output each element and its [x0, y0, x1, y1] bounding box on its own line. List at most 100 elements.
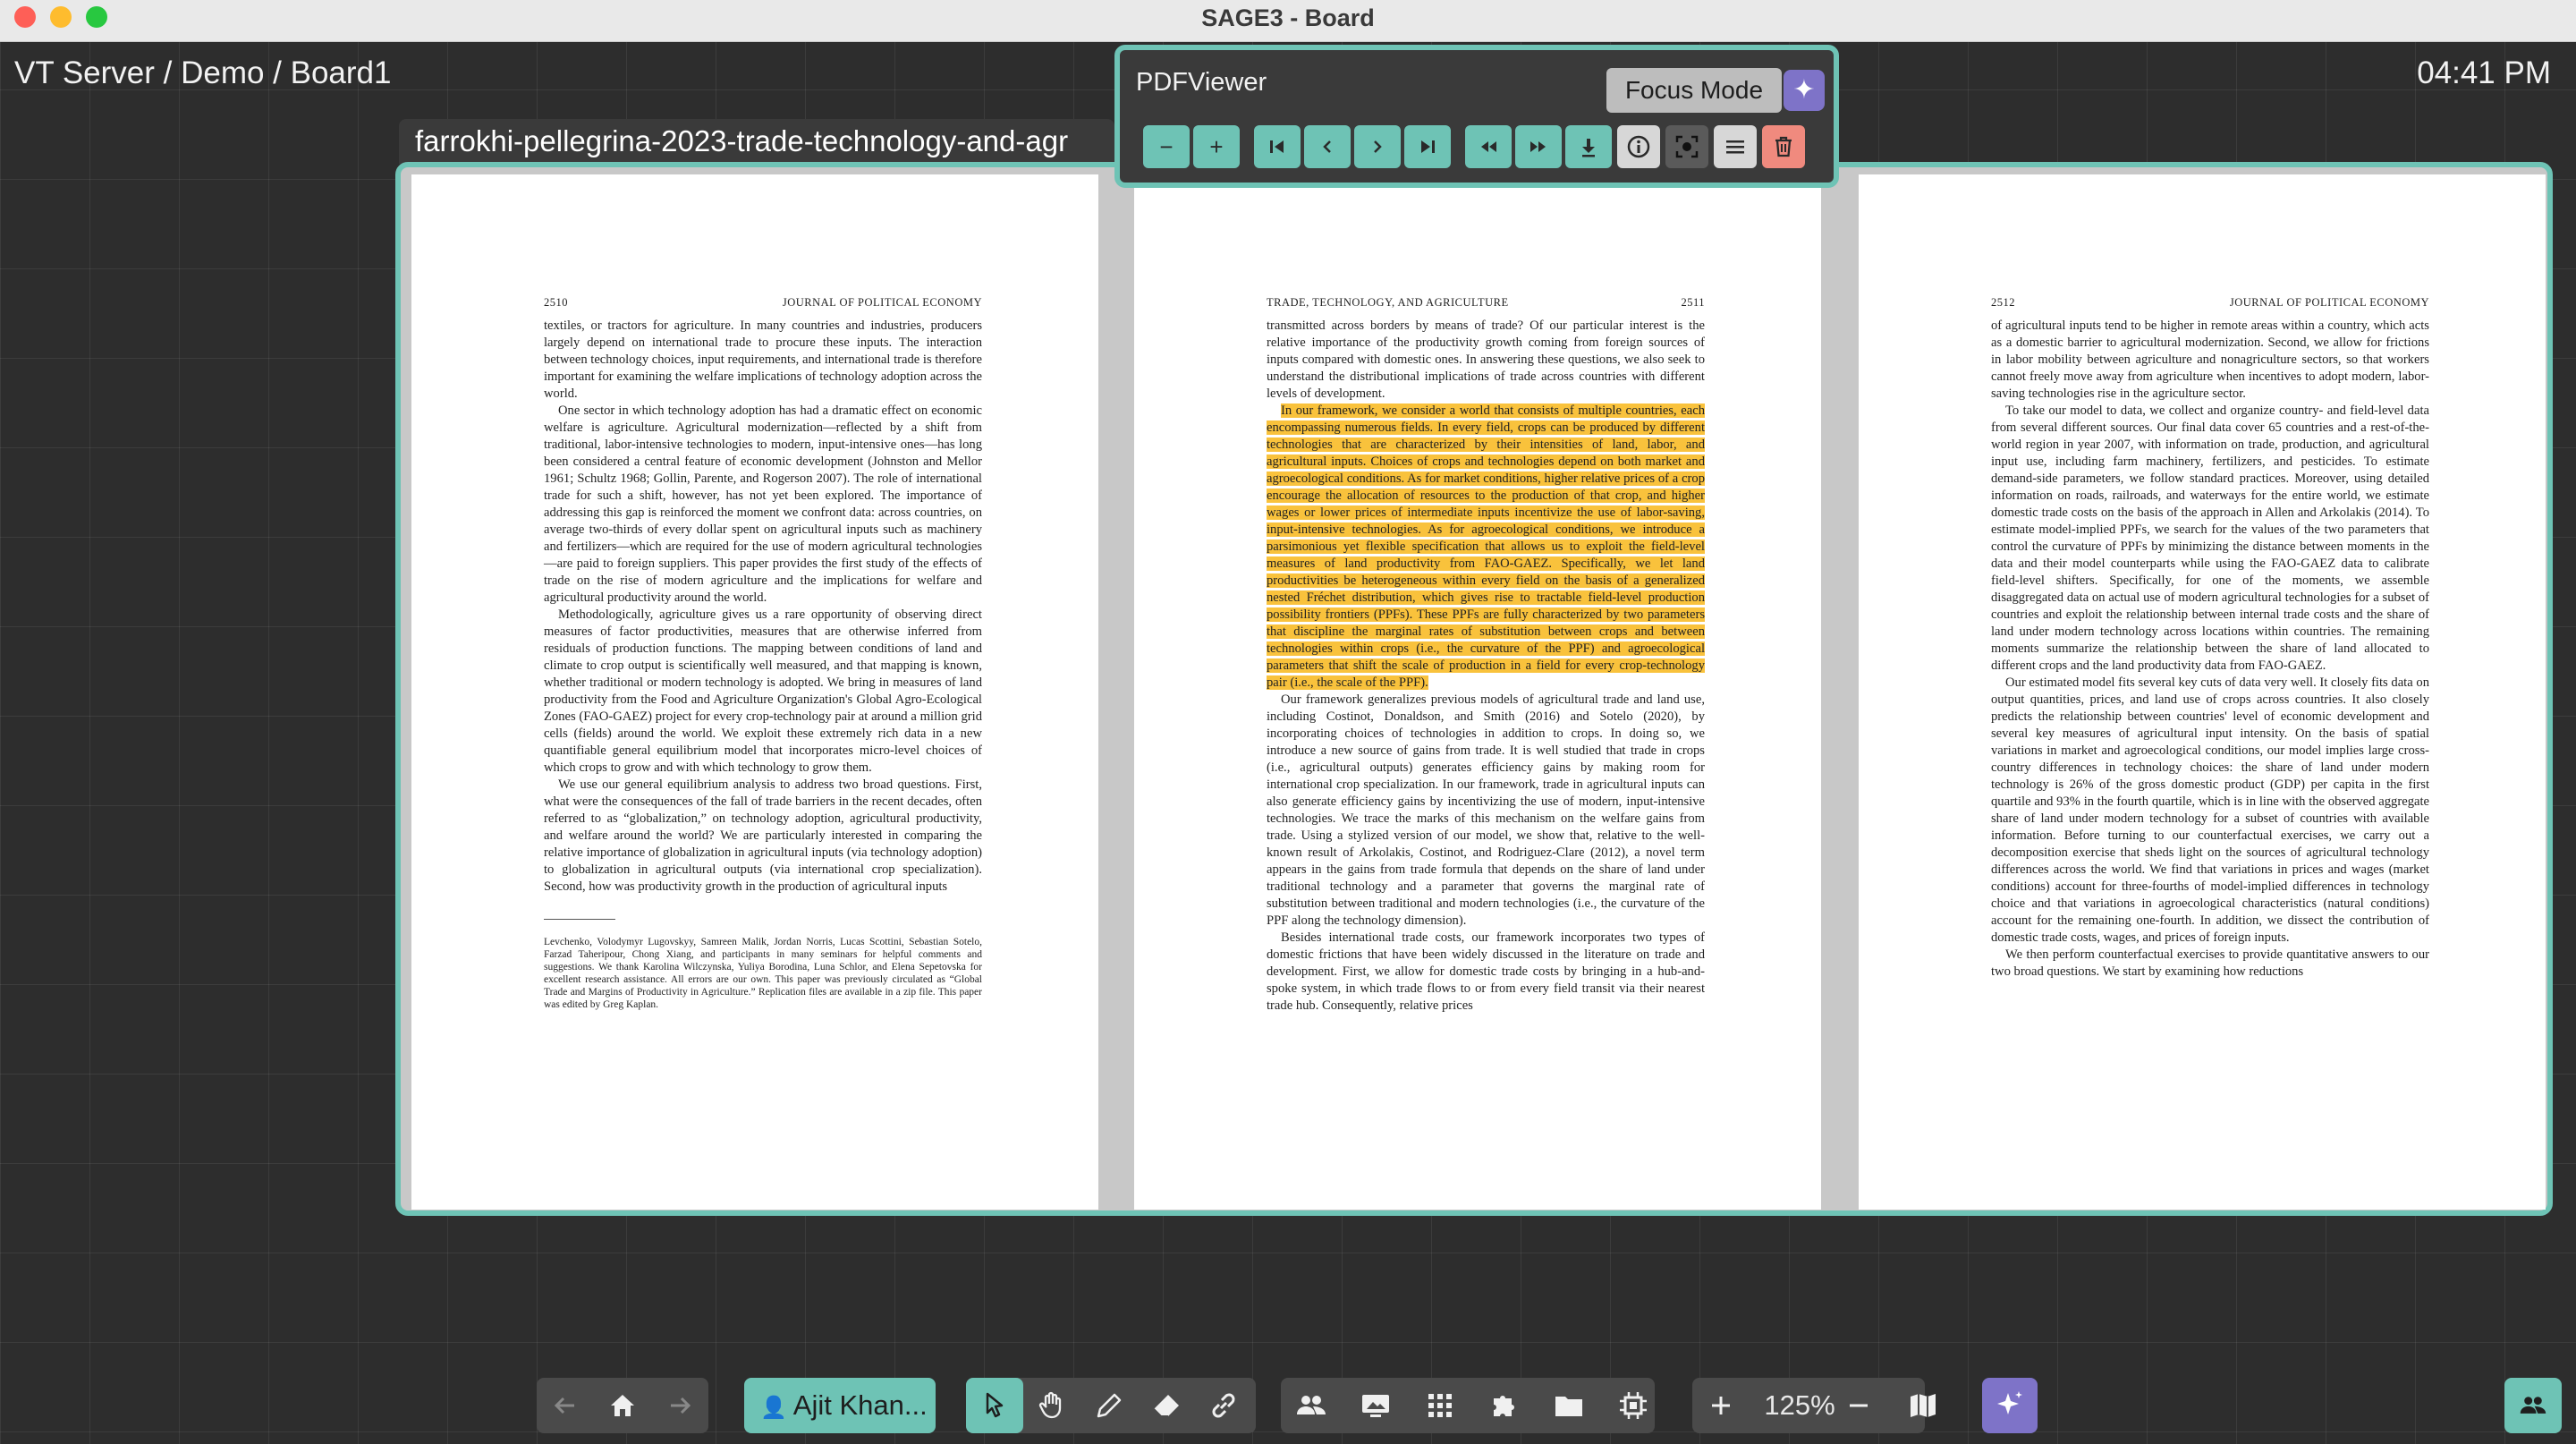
focus-mode-tooltip: Focus Mode [1606, 68, 1782, 113]
pdf-page: 2511 TRADE, TECHNOLOGY, AND AGRICULTURE … [1134, 174, 1821, 1210]
paragraph: To take our model to data, we collect an… [1991, 403, 2429, 673]
eraser-tool-button[interactable] [1138, 1378, 1195, 1433]
ai-assistant-button[interactable] [1982, 1378, 2038, 1433]
menu-button[interactable] [1714, 125, 1757, 168]
pdf-app-window[interactable]: 2510 JOURNAL OF POLITICAL ECONOMY textil… [395, 162, 2553, 1216]
pdf-page: 2510 JOURNAL OF POLITICAL ECONOMY textil… [411, 174, 1098, 1210]
folder-icon [1555, 1397, 1582, 1416]
pencil-icon [1097, 1393, 1122, 1418]
map-icon [1911, 1394, 1936, 1417]
paragraph: textiles, or tractors for agriculture. I… [544, 319, 982, 401]
screenshare-button[interactable] [1347, 1378, 1404, 1433]
page-number: 2511 [1681, 296, 1705, 309]
page-number: 2512 [1991, 296, 2015, 309]
panel-title: PDFViewer [1136, 68, 1267, 97]
minimap-button[interactable] [1894, 1378, 1952, 1433]
apps-grid-icon [1428, 1394, 1452, 1417]
info-icon [1627, 135, 1650, 158]
window-title: SAGE3 - Board [1201, 4, 1375, 31]
zoom-in-button[interactable]: + [1193, 125, 1240, 168]
focus-mode-button[interactable] [1665, 125, 1708, 168]
pointer-icon [986, 1392, 1004, 1418]
page-body: textiles, or tractors for agriculture. I… [544, 318, 982, 1011]
running-head: TRADE, TECHNOLOGY, AND AGRICULTURE [1267, 296, 1509, 309]
layout-button[interactable] [1605, 1378, 1662, 1433]
page-number: 2510 [544, 296, 568, 309]
page-body: of agricultural inputs tend to be higher… [1991, 318, 2429, 981]
sparkle-icon [1997, 1391, 2022, 1414]
prev-page-button[interactable] [1304, 125, 1351, 168]
window-titlebar: SAGE3 - Board [0, 0, 2576, 42]
users-icon [2520, 1397, 2546, 1414]
user-menu-button[interactable]: 👤 Ajit Khan... [744, 1378, 936, 1433]
paragraph: Our estimated model fits several key cut… [1991, 675, 2429, 945]
users-icon [1297, 1396, 1326, 1414]
back-arrow-icon [554, 1397, 574, 1414]
menu-icon [1726, 140, 1744, 154]
home-icon [611, 1395, 634, 1416]
rewind-button[interactable] [1465, 125, 1512, 168]
paragraph: transmitted across borders by means of t… [1267, 319, 1705, 401]
zoom-in-icon [1712, 1397, 1730, 1414]
collaborators-button[interactable] [1283, 1378, 1340, 1433]
next-page-icon [1374, 140, 1382, 153]
zoom-out-button[interactable]: − [1143, 125, 1190, 168]
layout-fit-icon [1620, 1392, 1647, 1419]
plugin-icon [1494, 1396, 1514, 1416]
paragraph: Our framework generalizes previous model… [1267, 692, 1705, 928]
running-head: JOURNAL OF POLITICAL ECONOMY [782, 296, 982, 309]
last-page-button[interactable] [1404, 125, 1451, 168]
highlighted-text[interactable]: In our framework, we consider a world th… [1267, 403, 1705, 690]
rewind-icon [1481, 141, 1496, 152]
eraser-icon [1153, 1395, 1179, 1417]
zoom-in-button[interactable] [1692, 1378, 1750, 1433]
fast-forward-button[interactable] [1515, 125, 1562, 168]
back-button[interactable] [537, 1378, 594, 1433]
running-head: JOURNAL OF POLITICAL ECONOMY [2229, 296, 2429, 309]
paragraph: Besides international trade costs, our f… [1267, 930, 1705, 1013]
board-breadcrumb: VT Server / Demo / Board1 [14, 55, 392, 90]
link-icon [1212, 1393, 1235, 1418]
apps-button[interactable] [1411, 1378, 1469, 1433]
paragraph: We then perform counterfactual exercises… [1991, 947, 2429, 979]
link-tool-button[interactable] [1195, 1378, 1252, 1433]
delete-app-button[interactable] [1762, 125, 1805, 168]
pen-tool-button[interactable] [1080, 1378, 1138, 1433]
pointer-tool-button[interactable] [966, 1378, 1023, 1433]
screenshare-icon [1362, 1395, 1389, 1417]
plugins-button[interactable] [1476, 1378, 1533, 1433]
forward-arrow-icon [671, 1397, 691, 1414]
app-file-title: farrokhi-pellegrina-2023-trade-technolog… [415, 124, 1069, 157]
download-icon [1582, 139, 1595, 157]
first-page-icon [1270, 140, 1284, 153]
last-page-icon [1421, 140, 1435, 153]
first-page-button[interactable] [1254, 125, 1301, 168]
zoom-out-icon [1850, 1404, 1868, 1407]
pdf-page: 2512 JOURNAL OF POLITICAL ECONOMY of agr… [1859, 174, 2546, 1210]
download-button[interactable] [1565, 125, 1612, 168]
user-name: Ajit Khan... [792, 1389, 928, 1421]
footnote: Levchenko, Volodymyr Lugovskyy, Samreen … [544, 937, 982, 1010]
next-page-button[interactable] [1354, 125, 1401, 168]
pdfviewer-toolbar-panel: PDFViewer Focus Mode ✦ − + [1114, 45, 1839, 188]
forward-button[interactable] [651, 1378, 708, 1433]
hand-icon [1038, 1391, 1062, 1419]
users-panel-button[interactable] [2504, 1378, 2562, 1433]
clock: 04:41 PM [2417, 55, 2551, 90]
paragraph: We use our general equilibrium analysis … [544, 777, 982, 894]
home-button[interactable] [594, 1378, 651, 1433]
trash-icon [1775, 136, 1792, 157]
paragraph: One sector in which technology adoption … [544, 403, 982, 605]
sparkle-icon[interactable]: ✦ [1784, 70, 1825, 111]
paragraph: of agricultural inputs tend to be higher… [1991, 319, 2429, 401]
prev-page-icon [1323, 140, 1331, 153]
focus-mode-icon [1675, 135, 1699, 158]
page-body: transmitted across borders by means of t… [1267, 318, 1705, 1015]
files-button[interactable] [1540, 1378, 1597, 1433]
footnote-rule [544, 919, 615, 920]
pan-tool-button[interactable] [1023, 1378, 1080, 1433]
app-title-bar[interactable]: farrokhi-pellegrina-2023-trade-technolog… [399, 119, 1114, 164]
info-button[interactable] [1617, 125, 1660, 168]
zoom-out-button[interactable] [1830, 1378, 1887, 1433]
paragraph: Methodologically, agriculture gives us a… [544, 607, 982, 775]
